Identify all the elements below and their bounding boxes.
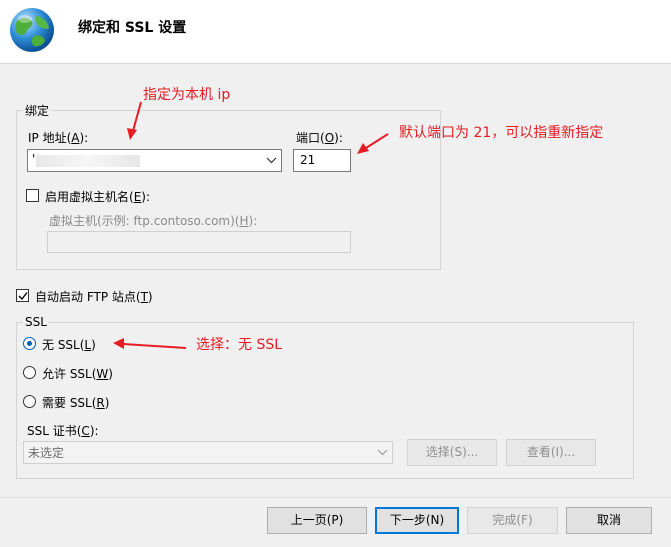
virtual-host-checkbox[interactable] [26, 189, 39, 202]
cancel-button[interactable]: 取消 [566, 507, 652, 534]
port-label: 端口(O): [296, 131, 343, 145]
allow-ssl-radio[interactable] [23, 366, 36, 379]
ssl-group-title: SSL [23, 315, 49, 329]
ssl-cert-combo[interactable]: 未选定 [23, 441, 393, 464]
view-cert-button[interactable]: 查看(I)... [506, 439, 596, 466]
ip-annotation: 指定为本机 ip [143, 87, 231, 103]
next-button[interactable]: 下一步(N) [375, 507, 459, 534]
select-cert-button[interactable]: 选择(S)... [407, 439, 497, 466]
no-ssl-radio[interactable] [23, 337, 36, 350]
ssl-annotation: 选择：无 SSL [196, 337, 283, 353]
binding-group-title: 绑定 [23, 102, 52, 119]
require-ssl-radio[interactable] [23, 395, 36, 408]
finish-button[interactable]: 完成(F) [467, 507, 558, 534]
checkmark-icon [18, 292, 28, 301]
allow-ssl-label[interactable]: 允许 SSL(W) [42, 365, 113, 382]
autostart-checkbox[interactable] [16, 289, 29, 302]
require-ssl-label[interactable]: 需要 SSL(R) [42, 394, 109, 411]
virtual-host-field-label: 虚拟主机(示例: ftp.contoso.com)(H): [49, 214, 258, 228]
wizard-header: 绑定和 SSL 设置 [0, 0, 671, 64]
ssl-cert-value: 未选定 [28, 446, 65, 460]
no-ssl-label[interactable]: 无 SSL(L) [42, 336, 96, 353]
port-value: 21 [300, 153, 316, 167]
ip-address-label: IP 地址(A): [28, 131, 89, 145]
page-title: 绑定和 SSL 设置 [78, 20, 187, 36]
ssl-cert-label: SSL 证书(C): [27, 424, 99, 438]
virtual-host-input[interactable] [47, 231, 351, 253]
virtual-host-checkbox-label[interactable]: 启用虚拟主机名(E): [45, 188, 150, 205]
ip-address-combo[interactable]: ' [27, 149, 282, 172]
port-input[interactable]: 21 [293, 149, 351, 172]
chevron-down-icon[interactable] [377, 447, 388, 458]
ip-address-redacted [36, 155, 140, 167]
chevron-down-icon[interactable] [266, 155, 277, 166]
port-annotation: 默认端口为 21，可以指重新指定 [399, 125, 604, 141]
ip-address-value: ' [32, 152, 36, 166]
footer-divider [0, 497, 671, 498]
autostart-label[interactable]: 自动启动 FTP 站点(T) [35, 288, 153, 305]
globe-icon [10, 8, 54, 52]
previous-button[interactable]: 上一页(P) [267, 507, 367, 534]
